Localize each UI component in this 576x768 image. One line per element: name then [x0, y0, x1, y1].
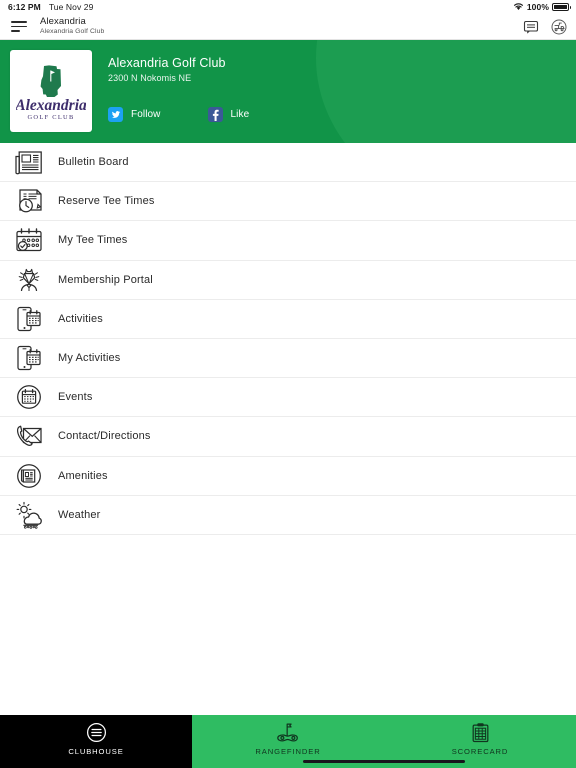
menu-item-label: Events: [58, 391, 93, 404]
scorecard-clipboard-icon: [471, 722, 490, 743]
menu-item-contact-directions[interactable]: Contact/Directions: [0, 417, 576, 457]
social-buttons: Follow Like: [108, 107, 249, 122]
chat-bubble-icon[interactable]: [523, 19, 539, 35]
status-bar-time: 6:12 PM: [8, 2, 41, 12]
menu-item-label: Membership Portal: [58, 273, 153, 286]
alexandria-golf-club-logo: Alexandria GOLF CLUB: [10, 50, 92, 132]
rangefinder-icon: [276, 722, 301, 743]
battery-full-icon: [552, 3, 571, 11]
list-circle-icon: [0, 462, 58, 490]
phone-envelope-icon: [0, 422, 58, 450]
twitter-follow-label: Follow: [131, 109, 161, 120]
nav-subtitle: Alexandria Golf Club: [40, 28, 105, 35]
wifi-icon: [513, 2, 524, 13]
nav-bar: Alexandria Alexandria Golf Club: [0, 14, 576, 40]
facebook-like-button[interactable]: Like: [207, 107, 250, 122]
menu-item-label: Reserve Tee Times: [58, 195, 155, 208]
svg-text:Alexandria: Alexandria: [16, 97, 86, 114]
battery-percent-label: 100%: [526, 2, 549, 12]
menu-item-my-tee-times[interactable]: My Tee Times: [0, 221, 576, 261]
menu-item-label: Activities: [58, 312, 103, 325]
clubhouse-menu-icon: [86, 722, 107, 743]
status-bar-date: Tue Nov 29: [48, 2, 94, 12]
nav-title: Alexandria: [40, 16, 86, 28]
menu-item-label: Contact/Directions: [58, 430, 151, 443]
menu-item-label: Weather: [58, 508, 101, 521]
menu-item-weather[interactable]: Weather: [0, 495, 576, 535]
menu-item-label: My Activities: [58, 352, 121, 365]
tab-label: RANGEFINDER: [255, 746, 321, 756]
tab-label: SCORECARD: [451, 746, 509, 756]
facebook-icon: [207, 107, 223, 122]
calendar-check-icon: [0, 226, 58, 254]
nav-title-group: Alexandria Alexandria Golf Club: [40, 17, 104, 35]
phone-calendar-icon: [0, 344, 58, 372]
club-address: 2300 N Nokomis NE: [108, 73, 192, 83]
bottom-tab-bar: CLUBHOUSE RANGEFINDER SCORECARD: [0, 715, 576, 768]
menu-item-my-activities[interactable]: My Activities: [0, 338, 576, 379]
menu-item-reserve-tee-times[interactable]: Reserve Tee Times: [0, 182, 576, 222]
menu-item-bulletin-board[interactable]: Bulletin Board: [0, 143, 576, 183]
tab-clubhouse[interactable]: CLUBHOUSE: [0, 715, 192, 768]
sun-cloud-rain-icon: [0, 501, 58, 529]
phone-calendar-icon: [0, 305, 58, 333]
menu-item-amenities[interactable]: Amenities: [0, 456, 576, 496]
tab-rangefinder[interactable]: RANGEFINDER: [192, 715, 384, 768]
twitter-icon: [108, 107, 123, 122]
golf-cart-icon[interactable]: [551, 19, 567, 35]
status-bar: 6:12 PM Tue Nov 29 100%: [0, 0, 576, 14]
newspaper-icon: [0, 148, 58, 176]
menu-item-label: Bulletin Board: [58, 156, 129, 169]
menu-item-label: My Tee Times: [58, 234, 128, 247]
club-hero-banner: Alexandria GOLF CLUB Alexandria Golf Clu…: [0, 40, 576, 143]
menu-item-activities[interactable]: Activities: [0, 299, 576, 339]
tab-scorecard[interactable]: SCORECARD: [384, 715, 576, 768]
twitter-follow-button[interactable]: Follow: [108, 107, 161, 122]
menu-item-membership-portal[interactable]: Membership Portal: [0, 260, 576, 300]
calendar-circle-icon: [0, 383, 58, 411]
app-root: 6:12 PM Tue Nov 29 100% Alexandria Alexa…: [0, 0, 576, 768]
facebook-like-label: Like: [230, 109, 250, 120]
minnesota-state-icon: [40, 65, 61, 97]
hamburger-menu-icon[interactable]: [11, 21, 29, 32]
menu-item-events[interactable]: Events: [0, 378, 576, 418]
logo-artwork: Alexandria GOLF CLUB: [16, 65, 86, 121]
clubhouse-menu-list: Bulletin Board Reserve Tee Times My Tee …: [0, 143, 576, 535]
tab-label: CLUBHOUSE: [68, 746, 124, 756]
club-name: Alexandria Golf Club: [108, 56, 226, 70]
menu-item-label: Amenities: [58, 469, 108, 482]
member-badge-icon: [0, 266, 58, 294]
clock-document-icon: [0, 187, 58, 215]
svg-text:GOLF CLUB: GOLF CLUB: [27, 114, 74, 121]
